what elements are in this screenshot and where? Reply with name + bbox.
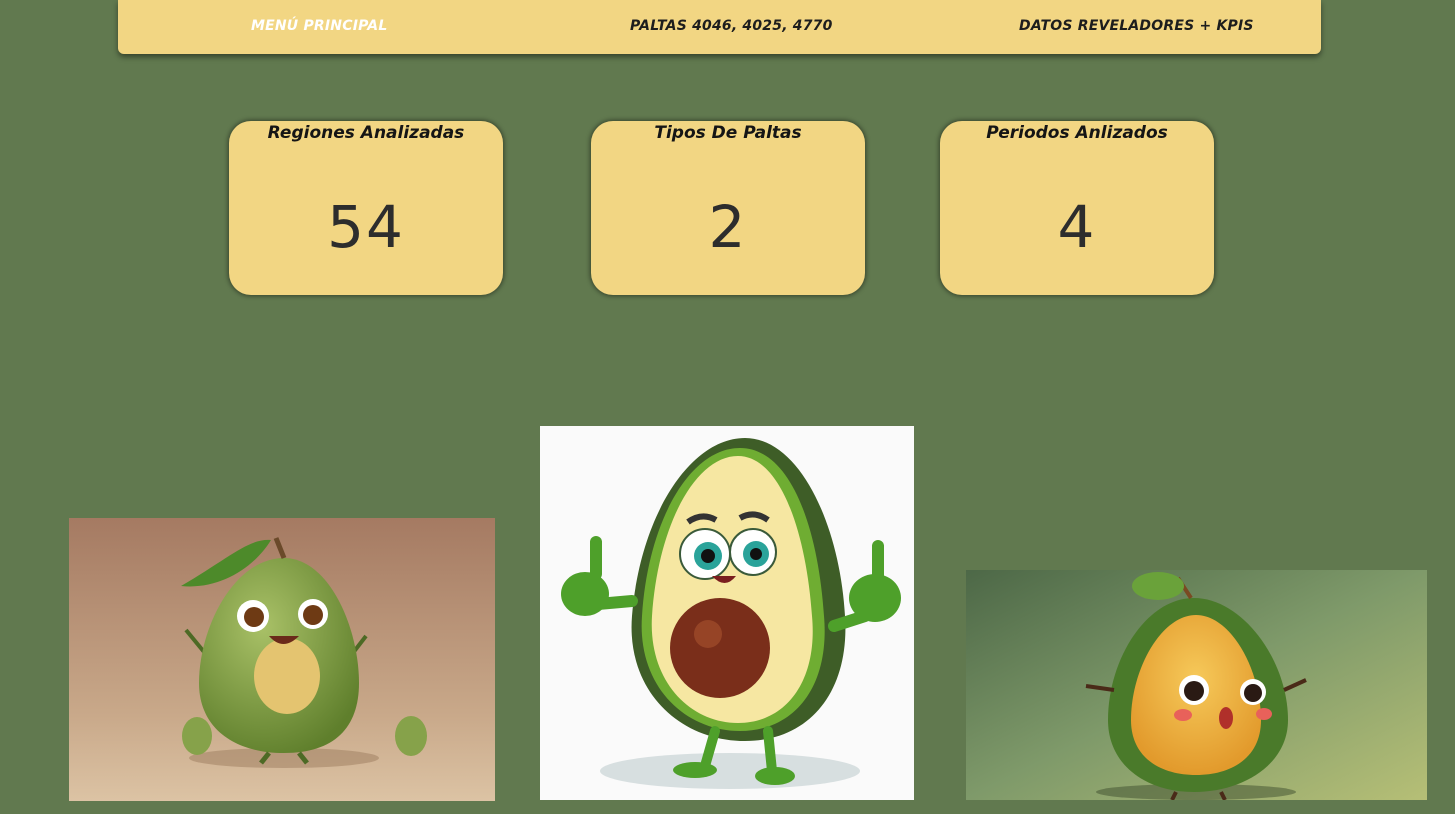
nav-datos-kpis[interactable]: DATOS REVELADORES + KPIS [1019,18,1254,34]
avocado-surprised-image [966,570,1427,800]
nav-menu-principal[interactable]: MENÚ PRINCIPAL [251,18,387,34]
kpi-value: 4 [1057,193,1097,261]
kpi-title: Periodos Anlizados [986,123,1168,143]
avocado-thumbs-up-image [540,426,914,800]
kpi-card-regiones: Regiones Analizadas 54 [229,121,503,295]
kpi-card-periodos: Periodos Anlizados 4 [940,121,1214,295]
kpi-title: Regiones Analizadas [267,123,465,143]
kpi-value: 54 [327,193,405,261]
nav-paltas-codes[interactable]: PALTAS 4046, 4025, 4770 [630,18,833,34]
kpi-title: Tipos De Paltas [654,123,802,143]
kpi-card-tipos: Tipos De Paltas 2 [591,121,865,295]
top-nav-bar: MENÚ PRINCIPAL PALTAS 4046, 4025, 4770 D… [118,0,1321,54]
avocado-waving-image [69,518,495,801]
kpi-value: 2 [708,193,748,261]
